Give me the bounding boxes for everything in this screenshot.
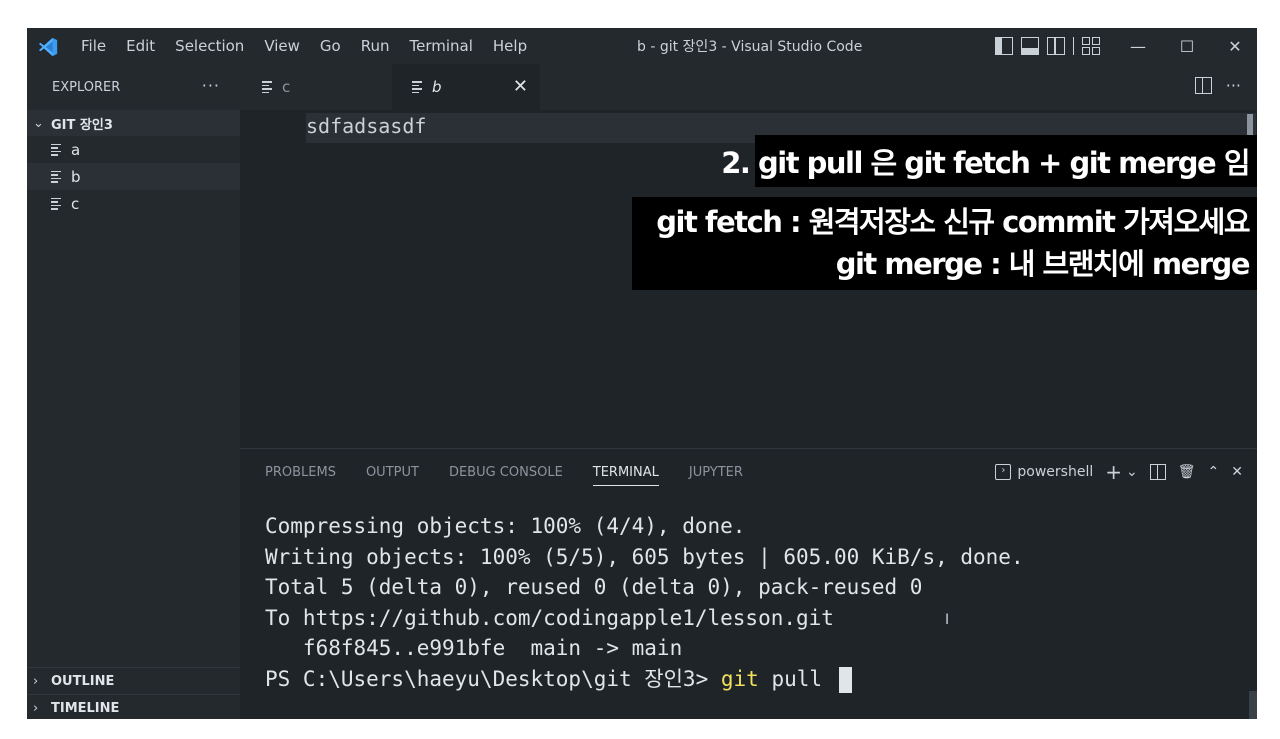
tab-output[interactable]: OUTPUT [366, 449, 419, 495]
file-label: a [71, 140, 81, 159]
menu-selection[interactable]: Selection [175, 37, 244, 55]
file-item-b[interactable]: b [27, 163, 240, 190]
terminal-line: Total 5 (delta 0), reused 0 (delta 0), p… [265, 575, 923, 599]
chevron-down-icon[interactable]: ⌄ [1126, 464, 1138, 480]
vscode-logo-icon [38, 37, 58, 57]
new-terminal-icon[interactable]: + [1105, 460, 1122, 484]
trash-icon[interactable]: 🗑 [1178, 464, 1196, 480]
toggle-secondary-sidebar-icon[interactable] [1047, 37, 1065, 55]
text-file-icon [51, 143, 63, 156]
terminal-args: pull [758, 666, 835, 691]
file-item-a[interactable]: a [27, 136, 240, 163]
editor-actions: ··· [1194, 76, 1241, 95]
chevron-right-icon: › [33, 700, 39, 716]
explorer-more-icon[interactable]: ··· [202, 76, 220, 95]
minimize-button[interactable]: — [1115, 28, 1161, 64]
timeline-label: TIMELINE [51, 700, 120, 716]
explorer-header: EXPLORER ··· [27, 64, 240, 110]
panel-tabs: PROBLEMS OUTPUT DEBUG CONSOLE TERMINAL J… [265, 449, 773, 495]
tab-label: c [282, 78, 291, 96]
caption-text: 2. git pull 은 git fetch + git merge 임 [721, 146, 1250, 180]
folder-git-jangin3[interactable]: ⌄ GIT 장인3 [27, 110, 240, 136]
menu-edit[interactable]: Edit [126, 37, 155, 55]
close-panel-icon[interactable]: ✕ [1231, 464, 1243, 480]
terminal-prompt-line[interactable]: PS C:\Users\haeyu\Desktop\git 장인3> git p… [265, 664, 1024, 695]
terminal-output[interactable]: Compressing objects: 100% (4/4), done. Wr… [265, 511, 1024, 694]
split-editor-icon[interactable] [1194, 77, 1212, 94]
caption-text: git fetch : 원격저장소 신규 commit 가져오세요 [656, 205, 1250, 239]
bottom-panel: PROBLEMS OUTPUT DEBUG CONSOLE TERMINAL J… [240, 448, 1257, 719]
caption-text: git merge : 내 브랜치에 merge [835, 247, 1251, 281]
file-item-c[interactable]: c [27, 190, 240, 217]
title-bar: File Edit Selection View Go Run Terminal… [27, 28, 1257, 64]
menu-go[interactable]: Go [320, 37, 341, 55]
caption-overlay-2: git fetch : 원격저장소 신규 commit 가져오세요 git me… [632, 197, 1257, 290]
file-label: b [71, 167, 81, 186]
terminal-command: git [720, 666, 759, 691]
maximize-button[interactable]: ☐ [1164, 28, 1210, 64]
terminal-prompt: PS C:\Users\haeyu\Desktop\git 장인3> [265, 666, 721, 691]
folder-label: GIT 장인3 [51, 117, 113, 133]
tab-c[interactable]: c [240, 64, 392, 110]
outline-section[interactable]: › OUTLINE [27, 667, 240, 694]
tab-problems[interactable]: PROBLEMS [265, 449, 336, 495]
terminal-scrollbar[interactable] [1249, 691, 1257, 719]
menu-file[interactable]: File [81, 37, 106, 55]
editor-more-icon[interactable]: ··· [1226, 76, 1241, 95]
panel-actions: › powershell + ⌄ 🗑 ⌃ ✕ [995, 449, 1243, 495]
customize-layout-icon[interactable] [1082, 37, 1100, 55]
text-file-icon [412, 81, 424, 93]
terminal-shell-icon: › [995, 464, 1012, 480]
chevron-down-icon: ⌄ [33, 115, 44, 131]
chevron-right-icon: › [33, 673, 39, 689]
text-file-icon [51, 197, 63, 210]
window-title: b - git 장인3 - Visual Studio Code [637, 39, 863, 55]
caption-overlay-1: 2. git pull 은 git fetch + git merge 임 [721, 135, 1257, 187]
explorer-sidebar: EXPLORER ··· ⌄ GIT 장인3 a b c › OUTLINE ›… [27, 64, 240, 719]
text-file-icon [262, 81, 274, 93]
explorer-title: EXPLORER [52, 79, 121, 95]
layout-controls [995, 37, 1100, 55]
mouse-ibeam-icon: I [945, 612, 950, 628]
text-file-icon [51, 170, 63, 183]
editor-tabs: c b ✕ ··· [240, 64, 1257, 110]
terminal-line: To https://github.com/codingapple1/lesso… [265, 605, 834, 630]
terminal-line: f68f845..e991bfe main -> main [265, 636, 683, 660]
tab-debug-console[interactable]: DEBUG CONSOLE [449, 449, 563, 495]
terminal-line: Compressing objects: 100% (4/4), done. [265, 514, 746, 538]
code-line-1[interactable]: sdfadsasdf [306, 114, 426, 138]
toggle-primary-sidebar-icon[interactable] [995, 37, 1013, 55]
vscode-window: File Edit Selection View Go Run Terminal… [27, 28, 1257, 719]
shell-selector[interactable]: powershell [1017, 464, 1093, 480]
separator [1073, 37, 1074, 55]
file-label: c [71, 194, 80, 213]
tab-b[interactable]: b ✕ [392, 64, 540, 110]
tab-label: b [432, 78, 442, 96]
toggle-panel-icon[interactable] [1021, 37, 1039, 55]
menu-bar: File Edit Selection View Go Run Terminal… [81, 28, 547, 64]
maximize-panel-icon[interactable]: ⌃ [1208, 464, 1220, 480]
close-window-button[interactable]: ✕ [1212, 28, 1257, 64]
split-terminal-icon[interactable] [1149, 464, 1166, 480]
terminal-line: Writing objects: 100% (5/5), 605 bytes |… [265, 544, 1024, 569]
menu-help[interactable]: Help [493, 37, 527, 55]
close-tab-icon[interactable]: ✕ [513, 76, 528, 97]
menu-view[interactable]: View [264, 37, 300, 55]
outline-label: OUTLINE [51, 673, 115, 689]
menu-terminal[interactable]: Terminal [410, 37, 473, 55]
terminal-cursor [838, 666, 852, 693]
tab-jupyter[interactable]: JUPYTER [689, 449, 743, 495]
menu-run[interactable]: Run [361, 37, 390, 55]
timeline-section[interactable]: › TIMELINE [27, 694, 240, 719]
tab-terminal[interactable]: TERMINAL [592, 449, 660, 495]
